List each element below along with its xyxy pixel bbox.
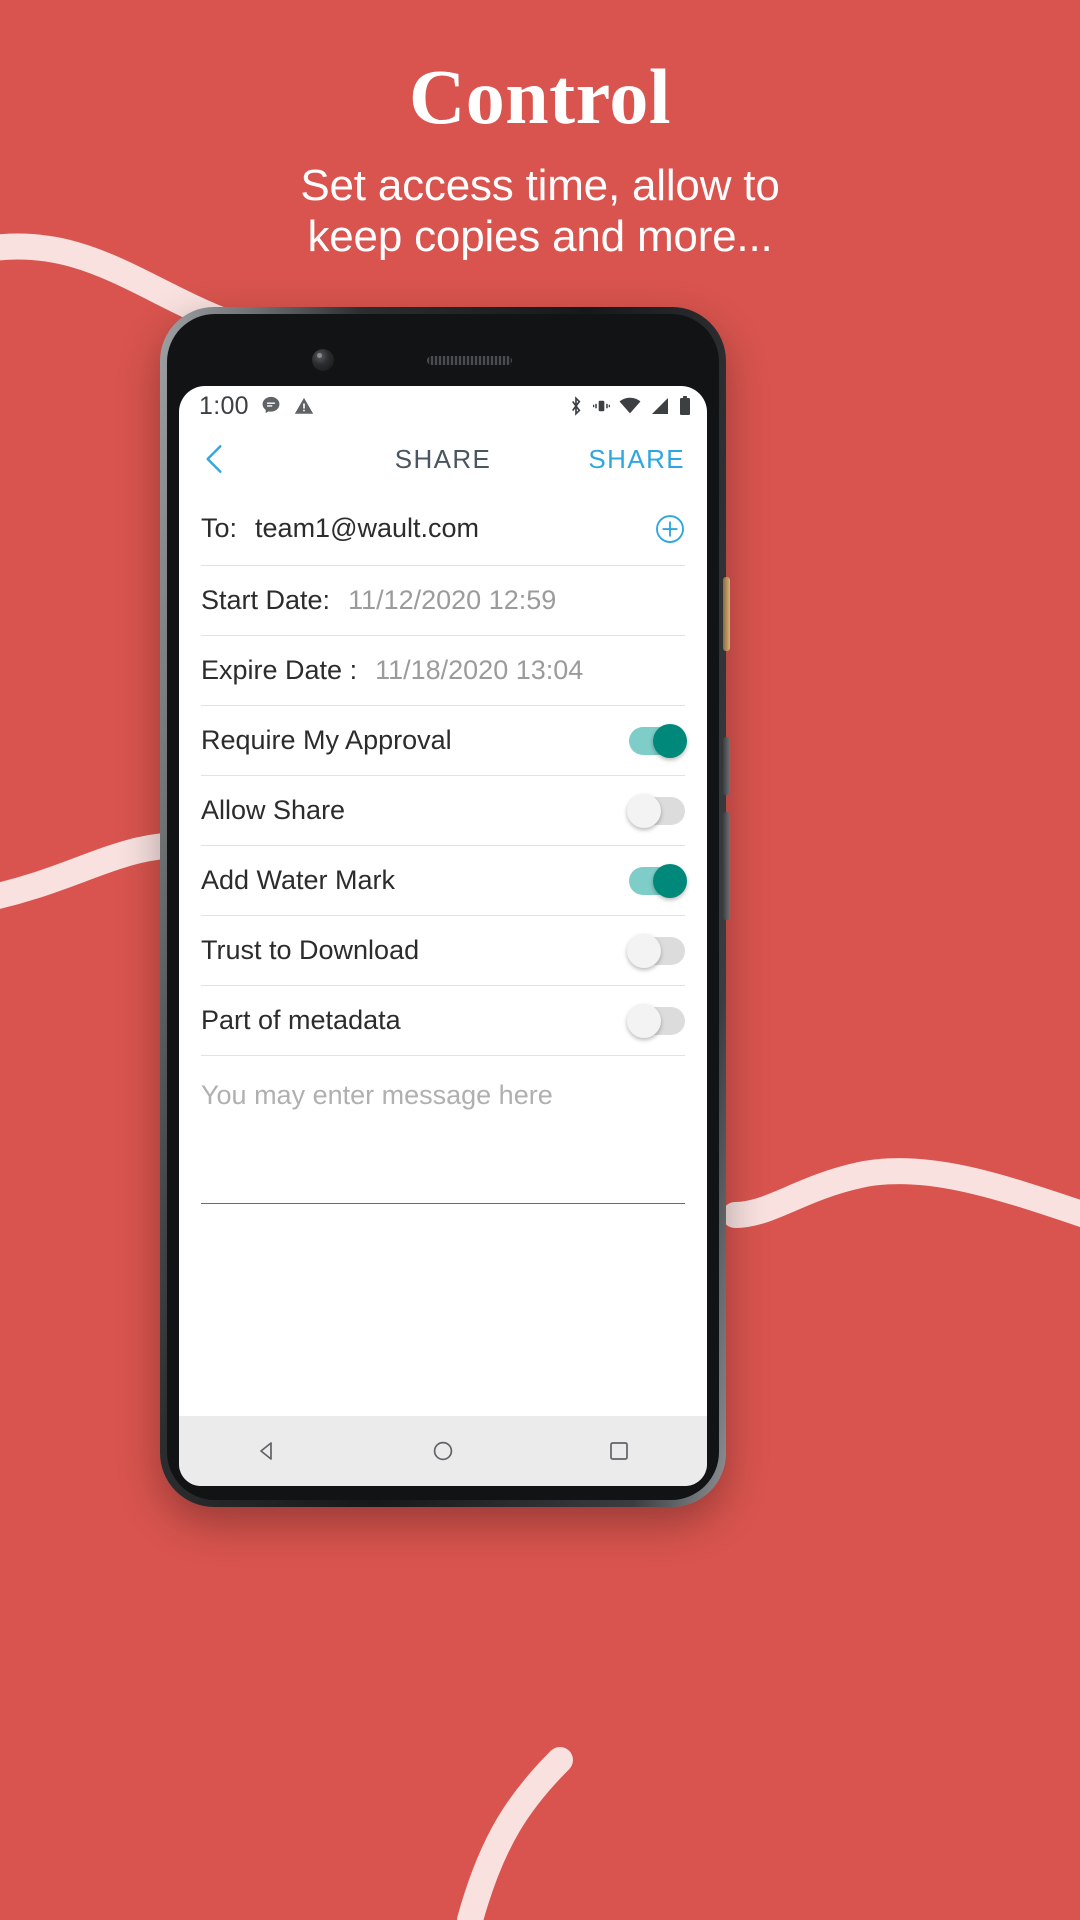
status-bar: 1:00: [179, 386, 707, 426]
toggle-knob: [627, 793, 661, 828]
form-spacer: [201, 1204, 685, 1416]
toggle-switch-part-of-metadata[interactable]: [627, 1003, 685, 1038]
volume-down-button[interactable]: [723, 812, 730, 920]
page-subtitle: Set access time, allow to keep copies an…: [0, 160, 1080, 263]
toggle-label: Part of metadata: [201, 1005, 401, 1035]
subtitle-line-2: keep copies and more...: [307, 212, 773, 262]
plus-circle-icon[interactable]: [655, 514, 685, 544]
toggle-row-add-water-mark[interactable]: Add Water Mark: [201, 846, 687, 916]
recipient-input[interactable]: team1@wault.com: [255, 513, 479, 544]
page-title: Control: [408, 53, 672, 140]
start-date-value[interactable]: 11/12/2020 12:59: [348, 585, 556, 616]
cellular-signal-icon: [652, 398, 668, 414]
toggle-knob: [627, 1003, 661, 1038]
chevron-left-icon[interactable]: [201, 442, 227, 476]
expire-date-value[interactable]: 11/18/2020 13:04: [375, 655, 583, 686]
toggle-row-allow-share[interactable]: Allow Share: [201, 776, 685, 846]
toggle-knob: [653, 863, 687, 898]
share-action-button[interactable]: SHARE: [588, 444, 685, 475]
toggle-knob: [653, 723, 687, 758]
toggle-label: Require My Approval: [201, 725, 452, 755]
status-bar-right: [568, 396, 691, 416]
phone-screen: 1:00 SHARE SHARE To: team1@wault.com Sta…: [179, 386, 707, 1486]
back-triangle-icon[interactable]: [255, 1439, 279, 1463]
toggle-switch-require-my-approval[interactable]: [629, 723, 687, 758]
toggle-label: Add Water Mark: [201, 865, 396, 895]
expire-date-left: Expire Date : 11/18/2020 13:04: [201, 655, 583, 686]
app-bar: SHARE SHARE: [179, 426, 707, 492]
battery-icon: [680, 396, 690, 415]
start-date-row[interactable]: Start Date: 11/12/2020 12:59: [201, 566, 685, 636]
toggle-label: Allow Share: [201, 795, 346, 825]
message-placeholder: You may enter message here: [201, 1080, 553, 1110]
phone-mockup: 1:00 SHARE SHARE To: team1@wault.com Sta…: [160, 307, 730, 1507]
toggle-knob: [627, 933, 661, 968]
expire-date-label: Expire Date :: [201, 655, 358, 685]
status-bar-clock: 1:00: [199, 391, 249, 420]
expire-date-row[interactable]: Expire Date : 11/18/2020 13:04: [201, 636, 685, 706]
home-circle-icon[interactable]: [431, 1439, 455, 1463]
start-date-label: Start Date:: [201, 585, 331, 615]
toggle-row-require-my-approval[interactable]: Require My Approval: [201, 706, 687, 776]
toggle-row-part-of-metadata[interactable]: Part of metadata: [201, 986, 685, 1056]
phone-bezel: 1:00 SHARE SHARE To: team1@wault.com Sta…: [167, 314, 719, 1500]
message-textarea[interactable]: You may enter message here: [201, 1056, 685, 1204]
subtitle-line-1: Set access time, allow to: [300, 160, 780, 210]
promo-header: Control Set access time, allow to keep c…: [0, 0, 1080, 263]
warning-triangle-icon: [294, 397, 314, 414]
toggle-switch-add-water-mark[interactable]: [629, 863, 687, 898]
bluetooth-icon: [572, 396, 581, 416]
android-nav-bar: [179, 1416, 707, 1486]
start-date-left: Start Date: 11/12/2020 12:59: [201, 585, 556, 616]
recipient-label: To:: [201, 513, 238, 543]
recipient-row[interactable]: To: team1@wault.com: [201, 492, 685, 566]
power-button[interactable]: [723, 577, 730, 651]
toggle-switch-trust-to-download[interactable]: [627, 933, 685, 968]
toggle-switch-allow-share[interactable]: [627, 793, 685, 828]
toggle-row-trust-to-download[interactable]: Trust to Download: [201, 916, 685, 986]
recents-square-icon[interactable]: [607, 1439, 631, 1463]
message-bubble-icon: [262, 396, 280, 414]
earpiece-speaker-icon: [427, 356, 512, 365]
wifi-icon: [619, 397, 641, 414]
share-form: To: team1@wault.com Start Date: 11/12/20…: [179, 492, 707, 1416]
volume-up-button[interactable]: [723, 737, 730, 795]
toggle-label: Trust to Download: [201, 935, 420, 965]
front-camera-icon: [312, 349, 334, 371]
vibrate-icon: [593, 400, 610, 412]
status-bar-left: 1:00: [199, 392, 315, 421]
recipient-left: To: team1@wault.com: [201, 513, 479, 544]
